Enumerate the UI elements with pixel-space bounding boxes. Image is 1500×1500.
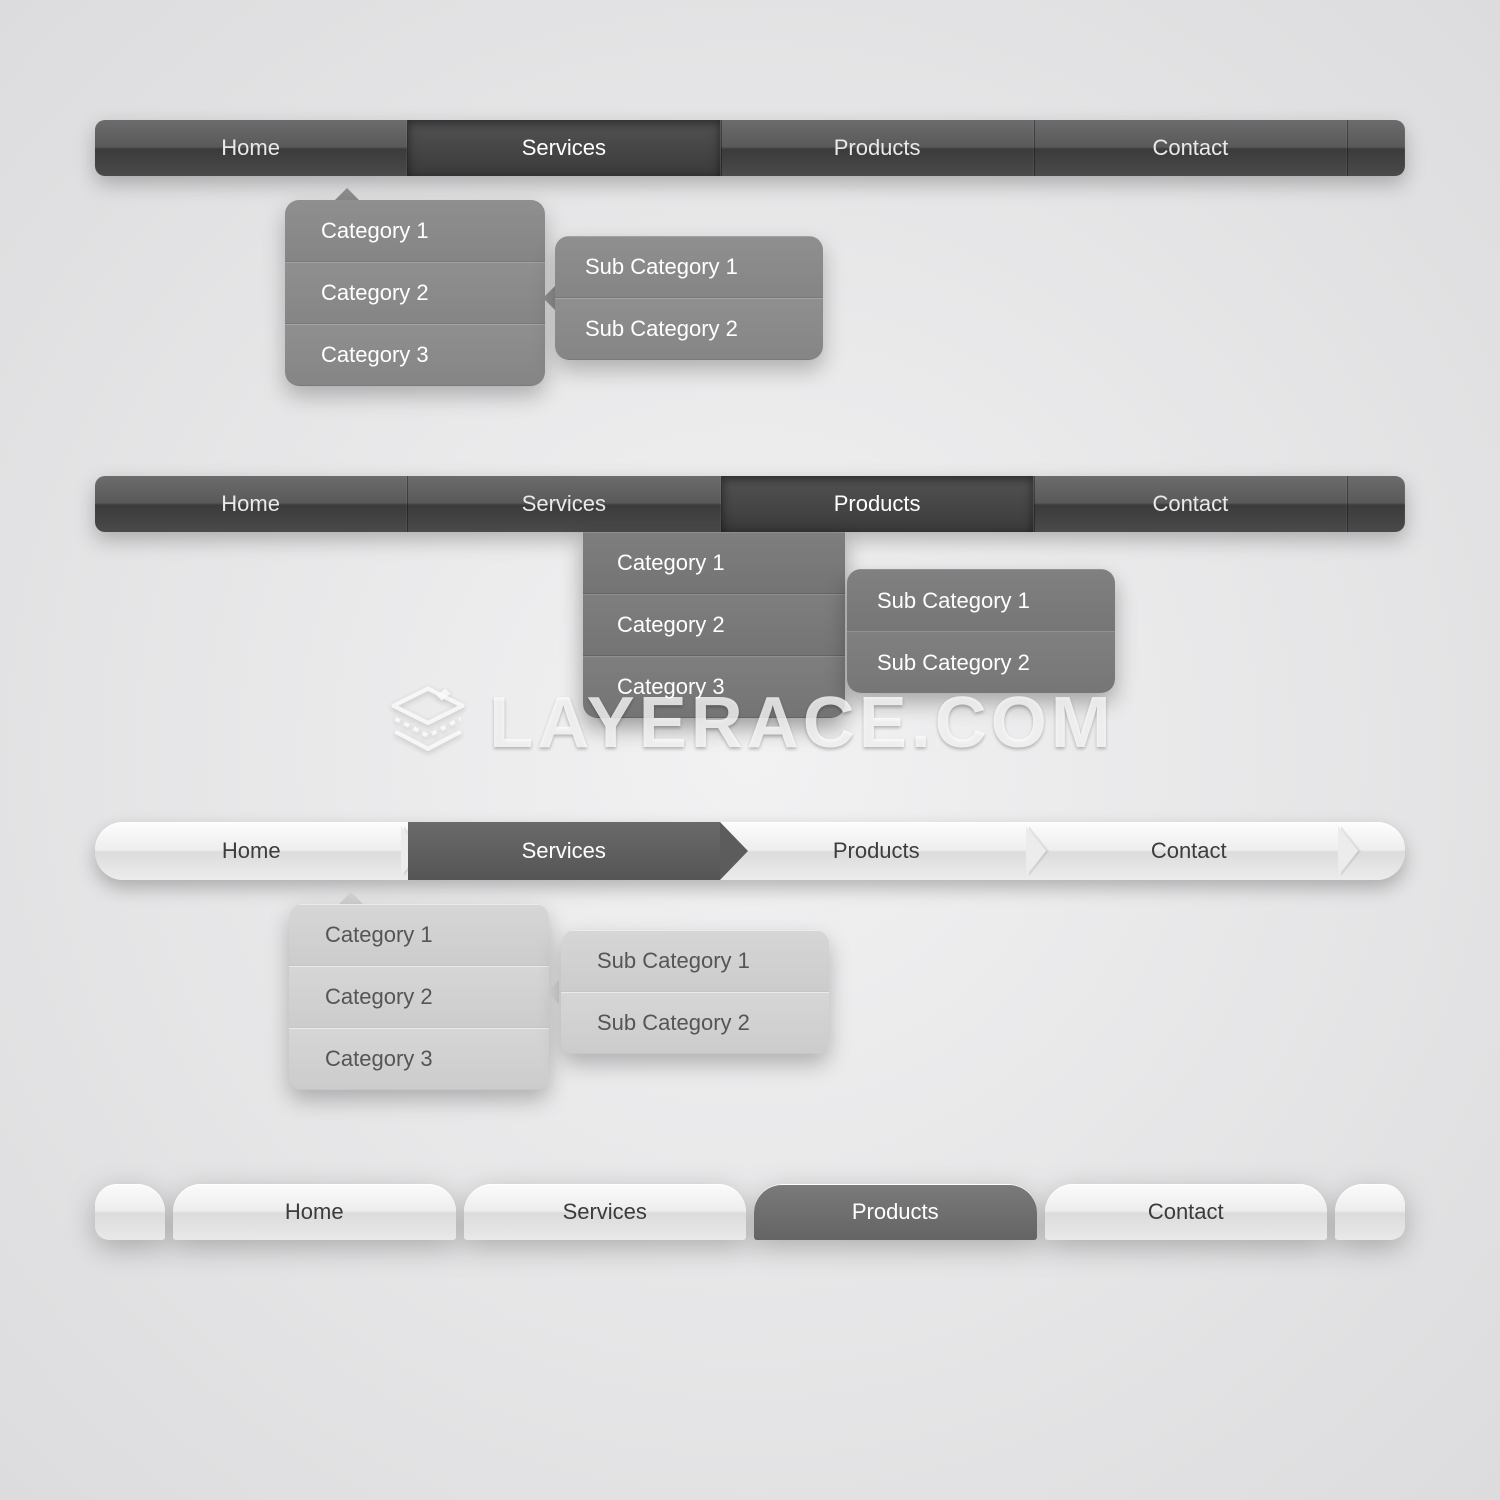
nav3-item-label: Home (222, 838, 281, 864)
nav2-item-label: Home (221, 491, 280, 517)
nav2-bar: Home Services Products Contact (95, 476, 1405, 532)
dropdown-item-label: Category 3 (325, 1046, 433, 1072)
dropdown-item-label: Category 1 (617, 550, 725, 576)
caret-up-icon (335, 188, 359, 200)
nav4-item-products[interactable]: Products (754, 1184, 1037, 1240)
nav2-item-contact[interactable]: Contact (1034, 476, 1347, 532)
caret-left-icon (547, 980, 559, 1004)
nav1-item-contact[interactable]: Contact (1034, 120, 1347, 176)
dropdown-item-label: Category 2 (325, 984, 433, 1010)
nav4-item-label: Contact (1148, 1199, 1224, 1225)
nav1-item-services[interactable]: Services (407, 120, 720, 176)
nav3-item-home[interactable]: Home (95, 822, 408, 880)
nav2-item-home[interactable]: Home (95, 476, 407, 532)
flyout-item-label: Sub Category 1 (585, 254, 738, 280)
flyout-item-label: Sub Category 2 (597, 1010, 750, 1036)
caret-up-icon (339, 892, 363, 904)
nav1-dropdown-item[interactable]: Category 3 (285, 324, 545, 386)
nav2-item-products[interactable]: Products (721, 476, 1034, 532)
nav1-item-label: Products (834, 135, 921, 161)
dropdown-item-label: Category 1 (325, 922, 433, 948)
nav3-item-label: Services (522, 838, 606, 864)
nav4-section: Home Services Products Contact (95, 1180, 1405, 1240)
nav4-bar: Home Services Products Contact (95, 1180, 1405, 1240)
nav1-item-products[interactable]: Products (721, 120, 1034, 176)
nav2-flyout: Sub Category 1 Sub Category 2 (847, 569, 1115, 693)
flyout-item-label: Sub Category 1 (597, 948, 750, 974)
nav3-dropdown-item[interactable]: Category 3 (289, 1028, 549, 1090)
nav4-item-label: Home (285, 1199, 344, 1225)
nav4-item-label: Products (852, 1199, 939, 1225)
nav3-dropdown: Category 1 Category 2 Category 3 (289, 904, 549, 1090)
nav1-flyout-item[interactable]: Sub Category 1 (555, 236, 823, 298)
nav3-flyout-item[interactable]: Sub Category 2 (561, 992, 829, 1054)
nav4-endcap-left (95, 1184, 165, 1240)
nav4-item-contact[interactable]: Contact (1045, 1184, 1328, 1240)
nav4-item-home[interactable]: Home (173, 1184, 456, 1240)
nav2-flyout-item[interactable]: Sub Category 1 (847, 569, 1115, 631)
dropdown-item-label: Category 2 (617, 612, 725, 638)
nav3-section: Home Services Products Contact Category … (95, 822, 1405, 880)
nav2-item-label: Products (834, 491, 921, 517)
nav3-flyout: Sub Category 1 Sub Category 2 (561, 930, 829, 1054)
nav1-item-home[interactable]: Home (95, 120, 407, 176)
nav1-dropdown-wrap: Category 1 Category 2 Category 3 Sub Cat… (285, 188, 545, 386)
flyout-item-label: Sub Category 2 (877, 650, 1030, 676)
dropdown-item-label: Category 3 (321, 342, 429, 368)
nav2-dropdown-item[interactable]: Category 1 (583, 532, 845, 594)
nav3-item-products[interactable]: Products (720, 822, 1033, 880)
nav1-flyout-item[interactable]: Sub Category 2 (555, 298, 823, 360)
dropdown-item-label: Category 1 (321, 218, 429, 244)
nav1-item-label: Contact (1152, 135, 1228, 161)
nav2-dropdown-item[interactable]: Category 3 (583, 656, 845, 718)
nav3-item-contact[interactable]: Contact (1033, 822, 1346, 880)
nav3-item-label: Products (833, 838, 920, 864)
nav1-bar: Home Services Products Contact (95, 120, 1405, 176)
nav3-dropdown-wrap: Category 1 Category 2 Category 3 Sub Cat… (289, 892, 549, 1090)
nav1-dropdown-item[interactable]: Category 2 (285, 262, 545, 324)
dropdown-item-label: Category 3 (617, 674, 725, 700)
nav2-endcap (1347, 476, 1405, 532)
nav3-item-label: Contact (1151, 838, 1227, 864)
nav2-item-label: Contact (1152, 491, 1228, 517)
nav2-flyout-item[interactable]: Sub Category 2 (847, 631, 1115, 693)
dropdown-item-label: Category 2 (321, 280, 429, 306)
nav1-endcap (1347, 120, 1405, 176)
caret-left-icon (543, 286, 555, 310)
nav2-dropdown: Category 1 Category 2 Category 3 (583, 532, 845, 718)
nav2-item-label: Services (522, 491, 606, 517)
nav1-item-label: Services (522, 135, 606, 161)
nav3-flyout-item[interactable]: Sub Category 1 (561, 930, 829, 992)
nav4-endcap-right (1335, 1184, 1405, 1240)
nav2-section: Home Services Products Contact Category … (95, 476, 1405, 532)
nav4-item-services[interactable]: Services (464, 1184, 747, 1240)
nav1-dropdown-item[interactable]: Category 1 (285, 200, 545, 262)
nav3-bar: Home Services Products Contact (95, 822, 1405, 880)
nav2-item-services[interactable]: Services (407, 476, 720, 532)
nav1-item-label: Home (221, 135, 280, 161)
nav3-dropdown-item[interactable]: Category 1 (289, 904, 549, 966)
nav1-flyout: Sub Category 1 Sub Category 2 (555, 236, 823, 360)
nav3-dropdown-item[interactable]: Category 2 (289, 966, 549, 1028)
nav1-dropdown: Category 1 Category 2 Category 3 (285, 200, 545, 386)
nav4-item-label: Services (563, 1199, 647, 1225)
flyout-item-label: Sub Category 1 (877, 588, 1030, 614)
flyout-item-label: Sub Category 2 (585, 316, 738, 342)
nav3-item-services[interactable]: Services (408, 822, 721, 880)
nav2-dropdown-item[interactable]: Category 2 (583, 594, 845, 656)
